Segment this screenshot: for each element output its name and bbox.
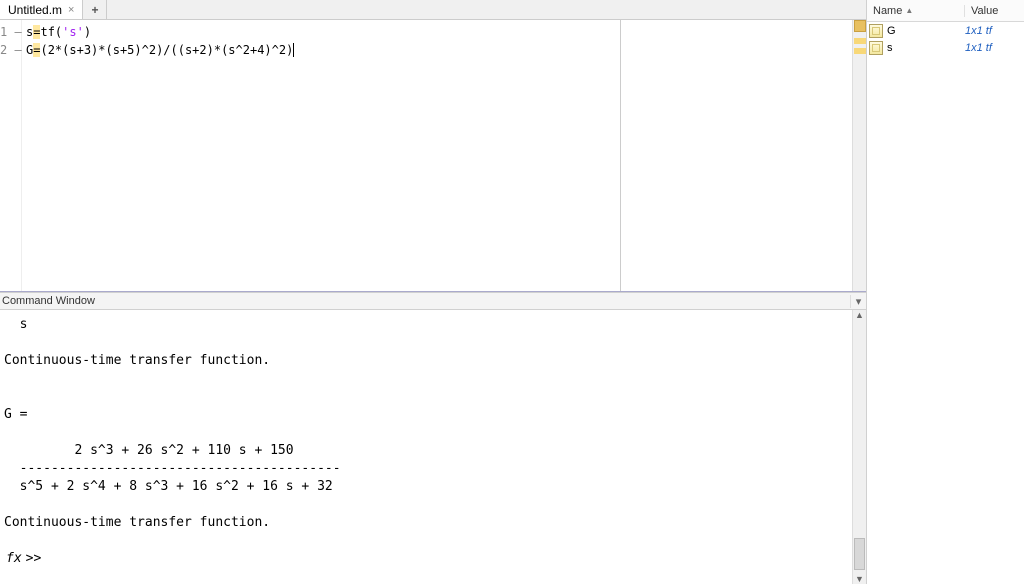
line-number: 1 xyxy=(0,25,7,39)
code-analyzer-indicator[interactable] xyxy=(854,20,866,32)
new-tab-button[interactable]: + xyxy=(83,0,107,19)
command-window-titlebar: Command Window ▾ xyxy=(0,292,866,310)
tab-untitled[interactable]: Untitled.m × xyxy=(0,0,83,19)
command-window-scrollbar[interactable]: ▲ ▼ xyxy=(852,310,866,584)
scroll-thumb[interactable] xyxy=(854,538,865,570)
code-analyzer-marker[interactable] xyxy=(854,48,866,54)
variable-value: 1x1 tf xyxy=(965,42,992,54)
plus-icon: + xyxy=(91,3,98,17)
code-analyzer-marker[interactable] xyxy=(854,38,866,44)
command-prompt-row: fx>> xyxy=(4,550,852,568)
variable-value: 1x1 tf xyxy=(965,25,992,37)
scroll-up-icon[interactable]: ▲ xyxy=(853,310,866,320)
close-icon[interactable]: × xyxy=(68,4,74,16)
panel-menu-button[interactable]: ▾ xyxy=(850,295,866,308)
variable-name: s xyxy=(887,42,965,54)
variable-icon xyxy=(869,24,883,38)
workspace-col-value[interactable]: Value xyxy=(965,5,1004,17)
editor-tab-bar: Untitled.m × + xyxy=(0,0,866,20)
tab-label: Untitled.m xyxy=(8,3,62,17)
workspace-header: Name ▲ Value xyxy=(867,0,1024,22)
command-output: s Continuous-time transfer function. G =… xyxy=(4,317,341,530)
command-window-title: Command Window xyxy=(2,295,95,307)
code-line: s=tf('s') xyxy=(26,23,616,41)
scroll-down-icon[interactable]: ▼ xyxy=(853,574,866,584)
workspace-variable-row[interactable]: G 1x1 tf xyxy=(867,22,1024,39)
workspace-col-name[interactable]: Name ▲ xyxy=(867,5,965,17)
line-number: 2 xyxy=(0,43,7,57)
variable-icon xyxy=(869,41,883,55)
editor-secondary-pane xyxy=(620,20,852,291)
code-editor[interactable]: s=tf('s')G=(2*(s+3)*(s+5)^2)/((s+2)*(s^2… xyxy=(22,20,620,291)
workspace-variable-row[interactable]: s 1x1 tf xyxy=(867,39,1024,56)
variable-name: G xyxy=(887,25,965,37)
code-line: G=(2*(s+3)*(s+5)^2)/((s+2)*(s^2+4)^2) xyxy=(26,41,616,59)
text-cursor xyxy=(293,43,294,57)
sort-ascending-icon: ▲ xyxy=(905,6,913,15)
fx-icon[interactable]: fx xyxy=(6,550,22,568)
command-prompt: >> xyxy=(26,550,49,568)
editor-pane: 1 – 2 – s=tf('s')G=(2*(s+3)*(s+5)^2)/((s… xyxy=(0,20,866,292)
line-number-gutter: 1 – 2 – xyxy=(0,20,22,291)
command-window[interactable]: s Continuous-time transfer function. G =… xyxy=(0,310,852,584)
editor-scrollbar[interactable] xyxy=(852,20,866,291)
workspace-panel: Name ▲ Value G 1x1 tf s 1x1 tf xyxy=(866,0,1024,584)
